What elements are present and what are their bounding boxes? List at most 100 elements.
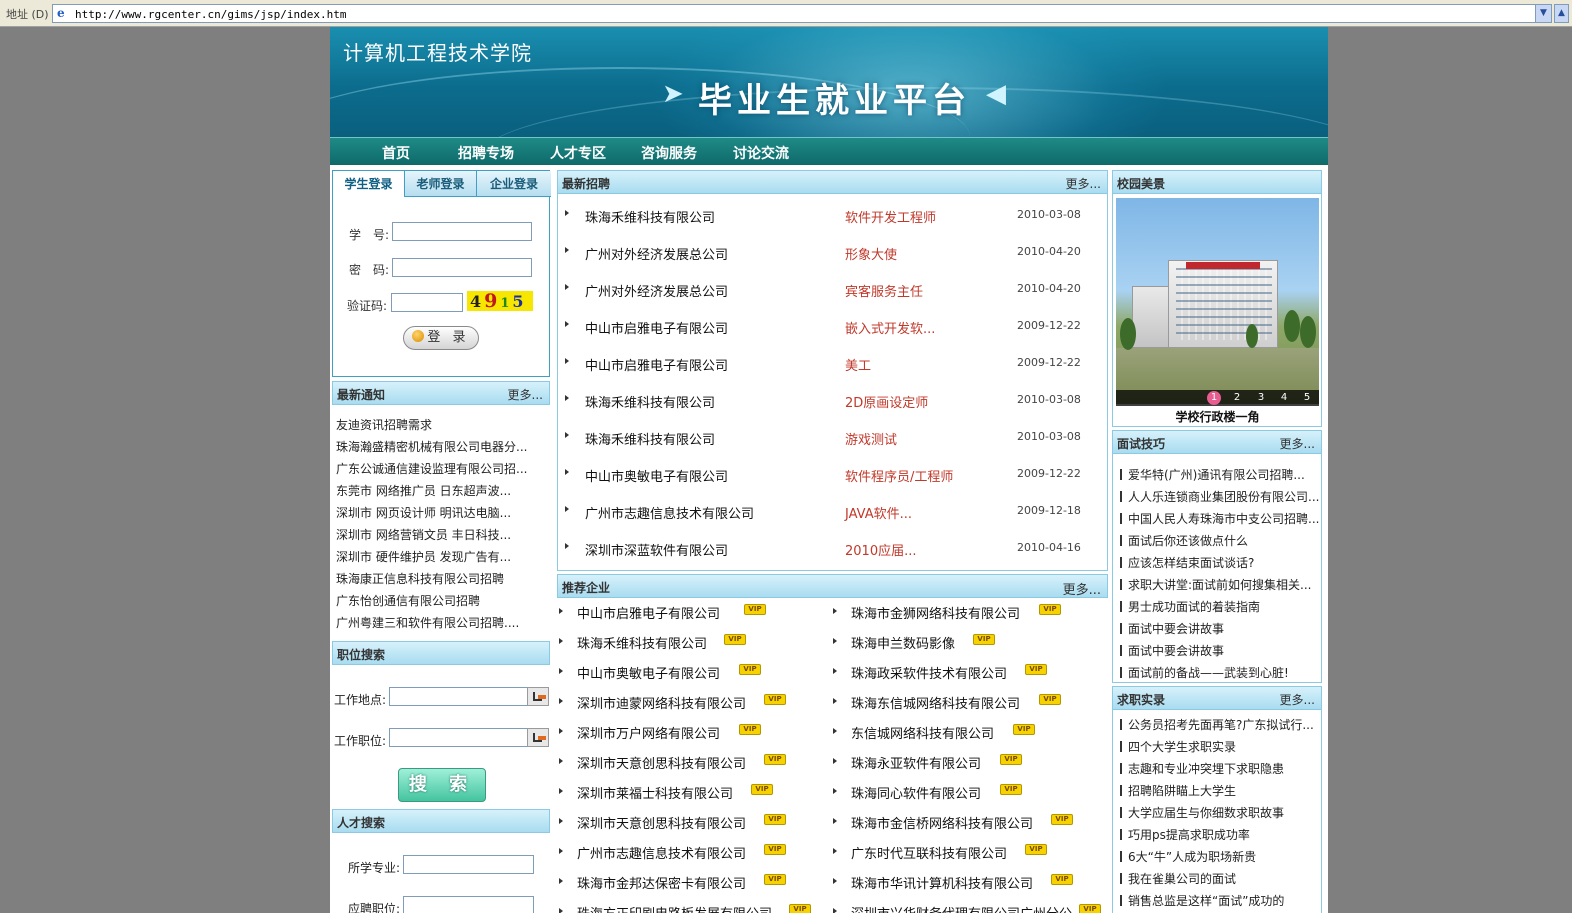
recommended-company[interactable]: 珠海申兰数码影像 VIP (833, 633, 1095, 652)
article-link[interactable]: 大学应届生与你细数求职故事 (1120, 804, 1284, 821)
article-link[interactable]: 6大“牛”人成为职场新贵 (1120, 848, 1256, 865)
job-position-link[interactable]: JAVA软件... (845, 503, 912, 522)
article-link[interactable]: 面试后你还该做点什么 (1120, 532, 1248, 549)
job-company-link[interactable]: 广州对外经济发展总公司 (585, 281, 728, 300)
recommended-company[interactable]: 东信城网络科技有限公司 VIP (833, 723, 1095, 742)
nav-consulting[interactable]: 咨询服务 (641, 143, 697, 163)
address-input[interactable]: e http://www.rgcenter.cn/gims/jsp/index.… (52, 4, 1552, 23)
notice-item[interactable]: 友迪资讯招聘需求 (336, 416, 432, 433)
article-link[interactable]: 巧用ps提高求职成功率 (1120, 826, 1250, 843)
notice-item[interactable]: 珠海康正信息科技有限公司招聘 (336, 570, 504, 587)
job-position-link[interactable]: 形象大使 (845, 244, 897, 263)
job-company-link[interactable]: 广州对外经济发展总公司 (585, 244, 728, 263)
recommended-company[interactable]: 深圳市莱福士科技有限公司 VIP (559, 783, 821, 802)
recommended-more-link[interactable]: 更多... (1063, 579, 1101, 598)
recommended-company[interactable]: 深圳市天意创思科技有限公司 VIP (559, 753, 821, 772)
recommended-company[interactable]: 中山市启雅电子有限公司 VIP (559, 603, 821, 622)
slide-3[interactable]: 3 (1254, 391, 1268, 405)
article-link[interactable]: 男士成功面试的着装指南 (1120, 598, 1260, 615)
slide-4[interactable]: 4 (1277, 391, 1291, 405)
article-link[interactable]: 求职大讲堂:面试前如何搜集相关... (1120, 576, 1312, 593)
recommended-company[interactable]: 珠海禾维科技有限公司 VIP (559, 633, 821, 652)
recommended-company[interactable]: 中山市奥敏电子有限公司 VIP (559, 663, 821, 682)
job-position-link[interactable]: 软件程序员/工程师 (845, 466, 953, 485)
nav-talent[interactable]: 人才专区 (550, 143, 606, 163)
recommended-company[interactable]: 深圳市兴华财务代理有限公司广州分公 VIP (833, 903, 1101, 913)
notice-item[interactable]: 广州粤建三和软件有限公司招聘.... (336, 614, 519, 631)
nav-recruitment[interactable]: 招聘专场 (458, 143, 514, 163)
tab-teacher-login[interactable]: 老师登录 (405, 171, 477, 197)
interview-more-link[interactable]: 更多... (1280, 435, 1315, 452)
recommended-company[interactable]: 珠海东信城网络科技有限公司 VIP (833, 693, 1095, 712)
recommended-company[interactable]: 珠海政采软件技术有限公司 VIP (833, 663, 1095, 682)
nav-home[interactable]: 首页 (382, 143, 410, 163)
recommended-company[interactable]: 深圳市天意创思科技有限公司 VIP (559, 813, 821, 832)
recommended-company[interactable]: 深圳市迪蒙网络科技有限公司 VIP (559, 693, 821, 712)
major-input[interactable] (403, 855, 534, 874)
notice-item[interactable]: 深圳市 硬件维护员 发现广告有... (336, 548, 511, 565)
job-position-link[interactable]: 2010应届... (845, 540, 916, 559)
job-search-button[interactable]: 搜 索 (398, 768, 486, 802)
article-link[interactable]: 我在雀巢公司的面试 (1120, 870, 1236, 887)
apply-position-input[interactable] (403, 896, 534, 913)
scrollbar-up-arrow-icon[interactable]: ▲ (1554, 4, 1569, 23)
address-dropdown-icon[interactable]: ▼ (1535, 5, 1551, 22)
notice-item[interactable]: 深圳市 网络营销文员 丰日科技... (336, 526, 511, 543)
campus-photo[interactable] (1116, 198, 1319, 404)
stories-more-link[interactable]: 更多... (1280, 691, 1315, 708)
location-picker-icon[interactable] (527, 687, 549, 706)
recommended-company[interactable]: 珠海市金狮网络科技有限公司 VIP (833, 603, 1095, 622)
recommended-company[interactable]: 珠海市金邦达保密卡有限公司 VIP (559, 873, 821, 892)
article-link[interactable]: 招聘陷阱瞄上大学生 (1120, 782, 1236, 799)
notice-item[interactable]: 广东怡创通信有限公司招聘 (336, 592, 480, 609)
job-company-link[interactable]: 中山市启雅电子有限公司 (585, 318, 728, 337)
notice-item[interactable]: 东莞市 网络推广员 日东超声波... (336, 482, 511, 499)
job-company-link[interactable]: 珠海禾维科技有限公司 (585, 207, 715, 226)
notices-more-link[interactable]: 更多... (508, 386, 543, 403)
article-link[interactable]: 公务员招考先面再笔?广东拟试行... (1120, 716, 1314, 733)
slide-1[interactable]: 1 (1207, 391, 1221, 405)
job-company-link[interactable]: 广州市志趣信息技术有限公司 (585, 503, 754, 522)
recommended-company[interactable]: 深圳市万户网络有限公司 VIP (559, 723, 821, 742)
job-position-link[interactable]: 游戏测试 (845, 429, 897, 448)
job-company-link[interactable]: 深圳市深蓝软件有限公司 (585, 540, 728, 559)
slide-2[interactable]: 2 (1230, 391, 1244, 405)
login-button[interactable]: 登 录 (403, 326, 479, 350)
article-link[interactable]: 四个大学生求职实录 (1120, 738, 1236, 755)
student-id-input[interactable] (392, 222, 532, 241)
latest-jobs-more-link[interactable]: 更多... (1066, 175, 1101, 192)
job-position-link[interactable]: 美工 (845, 355, 871, 374)
article-link[interactable]: 面试前的备战——武装到心脏! (1120, 664, 1289, 681)
article-link[interactable]: 人人乐连锁商业集团股份有限公司... (1120, 488, 1319, 505)
recommended-company[interactable]: 珠海永亚软件有限公司 VIP (833, 753, 1095, 772)
job-position-link[interactable]: 宾客服务主任 (845, 281, 923, 300)
job-position-link[interactable]: 软件开发工程师 (845, 207, 936, 226)
notice-item[interactable]: 广东公诚通信建设监理有限公司招... (336, 460, 527, 477)
job-company-link[interactable]: 珠海禾维科技有限公司 (585, 392, 715, 411)
notice-item[interactable]: 深圳市 网页设计师 明讯达电脑... (336, 504, 511, 521)
job-company-link[interactable]: 中山市启雅电子有限公司 (585, 355, 728, 374)
work-position-input[interactable] (389, 728, 528, 747)
article-link[interactable]: 销售总监是这样“面试”成功的 (1120, 892, 1284, 909)
article-link[interactable]: 爱华特(广州)通讯有限公司招聘... (1120, 466, 1305, 483)
job-position-link[interactable]: 2D原画设定师 (845, 392, 928, 411)
article-link[interactable]: 面试中要会讲故事 (1120, 642, 1224, 659)
slide-5[interactable]: 5 (1300, 391, 1314, 405)
captcha-input[interactable] (391, 293, 463, 312)
position-picker-icon[interactable] (527, 728, 549, 747)
recommended-company[interactable]: 广州市志趣信息技术有限公司 VIP (559, 843, 821, 862)
work-location-input[interactable] (389, 687, 528, 706)
article-link[interactable]: 应该怎样结束面试谈话? (1120, 554, 1254, 571)
recommended-company[interactable]: 珠海方正印刷电路板发展有限公司 VIP (559, 903, 821, 913)
article-link[interactable]: 面试中要会讲故事 (1120, 620, 1224, 637)
job-position-link[interactable]: 嵌入式开发软... (845, 318, 935, 337)
tab-company-login[interactable]: 企业登录 (477, 171, 551, 197)
password-input[interactable] (392, 258, 532, 277)
job-company-link[interactable]: 珠海禾维科技有限公司 (585, 429, 715, 448)
article-link[interactable]: 志趣和专业冲突埋下求职隐患 (1120, 760, 1284, 777)
tab-student-login[interactable]: 学生登录 (333, 171, 405, 197)
notice-item[interactable]: 珠海瀚盛精密机械有限公司电器分... (336, 438, 527, 455)
recommended-company[interactable]: 广东时代互联科技有限公司 VIP (833, 843, 1095, 862)
recommended-company[interactable]: 珠海市金信桥网络科技有限公司 VIP (833, 813, 1095, 832)
job-company-link[interactable]: 中山市奥敏电子有限公司 (585, 466, 728, 485)
